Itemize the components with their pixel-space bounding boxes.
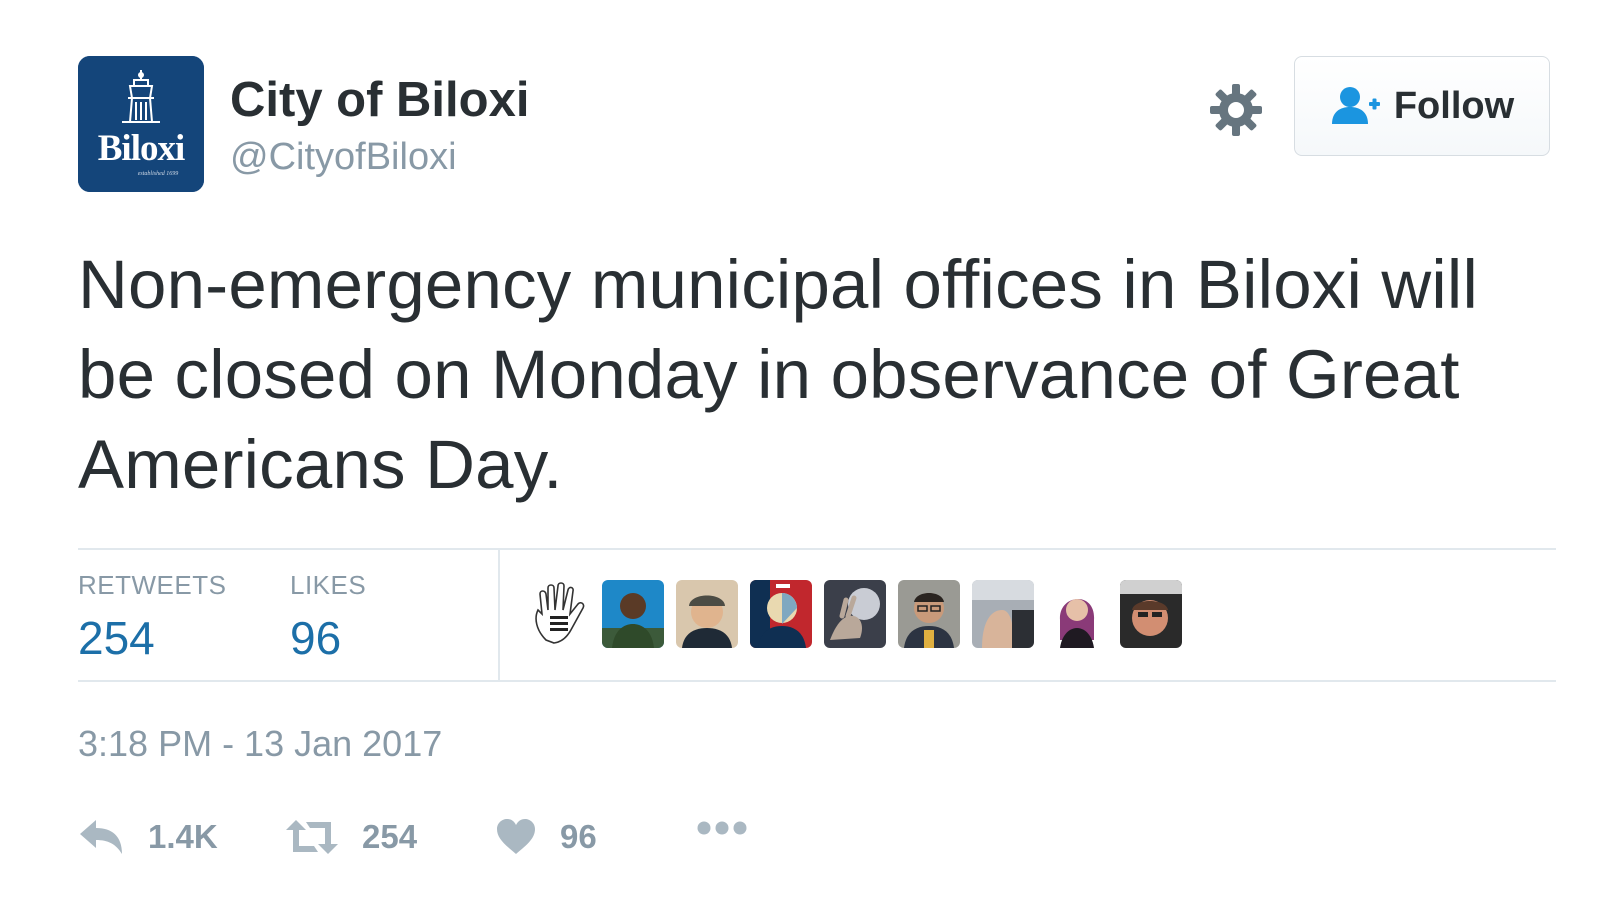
gear-icon[interactable] [1208,82,1264,138]
tweet-card: Biloxi established 1699 City of Biloxi @… [78,56,1556,878]
liker-avatar-5[interactable] [824,580,886,648]
more-icon [697,821,747,835]
reply-icon [80,820,122,854]
biloxi-logo-icon: Biloxi established 1699 [78,56,204,192]
liker-avatar-7[interactable] [972,580,1034,648]
liker-avatar-3[interactable] [676,580,738,648]
account-names: City of Biloxi @CityofBiloxi [230,70,529,182]
retweet-icon [286,820,338,854]
more-button[interactable] [696,818,748,838]
retweets-label: RETWEETS [78,570,227,600]
liker-avatar-4[interactable] [750,580,812,648]
follow-button-label: Follow [1393,84,1515,127]
tweet-timestamp[interactable]: 3:18 PM - 13 Jan 2017 [78,720,1556,768]
tweet-header: Biloxi established 1699 City of Biloxi @… [78,56,1556,196]
avatar-logo-text: Biloxi [98,128,185,169]
tweet-stats: RETWEETS 254 LIKES 96 [78,548,1556,682]
liker-avatar-2[interactable] [602,580,664,648]
tweet-actions: 1.4K 254 96 [78,818,1556,878]
stats-divider [498,550,500,680]
likes-label: LIKES [290,570,367,600]
account-handle[interactable]: @CityofBiloxi [230,132,529,182]
reply-count: 1.4K [148,818,218,855]
liker-avatars [528,580,1182,648]
liker-avatar-1[interactable] [528,580,590,648]
likes-stat[interactable]: LIKES 96 [290,568,366,668]
reply-button[interactable]: 1.4K [78,818,218,856]
add-user-icon [1331,87,1380,124]
heart-icon [497,819,535,854]
follow-button[interactable]: Follow [1294,56,1550,156]
likes-count: 96 [290,612,342,664]
like-count: 96 [560,818,597,855]
retweet-count: 254 [362,818,418,855]
account-fullname[interactable]: City of Biloxi [230,70,529,130]
like-button[interactable]: 96 [496,818,597,856]
avatar-logo-subtext: established 1699 [138,171,179,177]
account-avatar[interactable]: Biloxi established 1699 [78,56,204,192]
retweets-stat[interactable]: RETWEETS 254 [78,568,226,668]
liker-avatar-6[interactable] [898,580,960,648]
retweets-count: 254 [78,612,155,664]
tweet-text: Non-emergency municipal offices in Bilox… [78,246,1478,503]
liker-avatar-8[interactable] [1046,580,1108,648]
liker-avatar-9[interactable] [1120,580,1182,648]
retweet-button[interactable]: 254 [286,818,417,856]
